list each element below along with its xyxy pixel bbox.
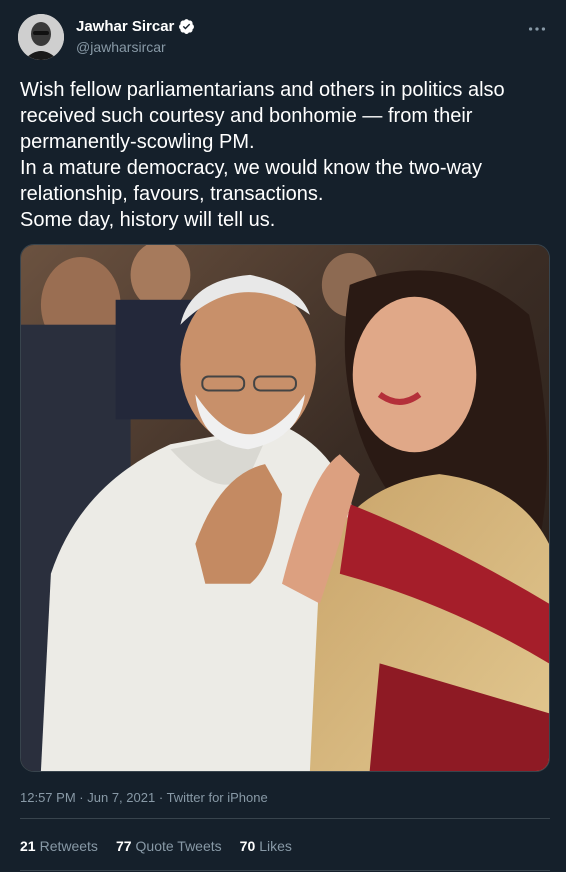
tweet-source[interactable]: Twitter for iPhone — [167, 790, 268, 805]
tweet-line: Wish fellow parliamentarians and others … — [20, 79, 505, 101]
tweet-line: received such courtesy and bonhomie — fr… — [20, 105, 473, 127]
author-name-row[interactable]: Jawhar Sircar — [76, 18, 195, 35]
tweet-meta: 12:57 PM · Jun 7, 2021 · Twitter for iPh… — [20, 790, 268, 805]
meta-separator: · — [158, 790, 164, 805]
quote-tweets-count: 77 — [115, 838, 132, 854]
quote-tweets-label: Quote Tweets — [135, 838, 222, 854]
divider — [20, 870, 550, 871]
tweet-line: relationship, favours, transactions. — [20, 183, 324, 205]
verified-badge-icon — [179, 19, 195, 34]
tweet-header: Jawhar Sircar @jawharsircar — [18, 14, 548, 64]
more-dots-icon[interactable] — [526, 18, 548, 40]
photo-image — [21, 245, 549, 771]
tweet-line: In a mature democracy, we would know the… — [20, 157, 483, 179]
tweet-text: Wish fellow parliamentarians and others … — [20, 77, 550, 233]
quote-tweets-stat[interactable]: 77 Quote Tweets — [116, 838, 222, 854]
tweet-date[interactable]: Jun 7, 2021 — [87, 790, 155, 805]
avatar-image — [18, 14, 64, 60]
meta-separator: · — [79, 790, 84, 805]
retweets-count: 21 — [20, 838, 36, 854]
retweets-label: Retweets — [39, 838, 98, 854]
likes-count: 70 — [239, 838, 256, 854]
likes-label: Likes — [259, 838, 292, 854]
author-name[interactable]: Jawhar Sircar — [76, 18, 174, 35]
tweet-stats: 21 Retweets 77 Quote Tweets 70 Likes — [20, 838, 292, 854]
divider — [20, 818, 550, 819]
tweet-time[interactable]: 12:57 PM — [20, 790, 76, 805]
likes-stat[interactable]: 70 Likes — [240, 838, 292, 854]
tweet-photo[interactable] — [20, 244, 550, 772]
tweet-line: Some day, history will tell us. — [20, 209, 276, 231]
tweet-line: permanently-scowling PM. — [20, 131, 255, 153]
author-avatar[interactable] — [18, 14, 64, 60]
author-handle[interactable]: @jawharsircar — [76, 39, 166, 55]
retweets-stat[interactable]: 21 Retweets — [20, 838, 98, 854]
